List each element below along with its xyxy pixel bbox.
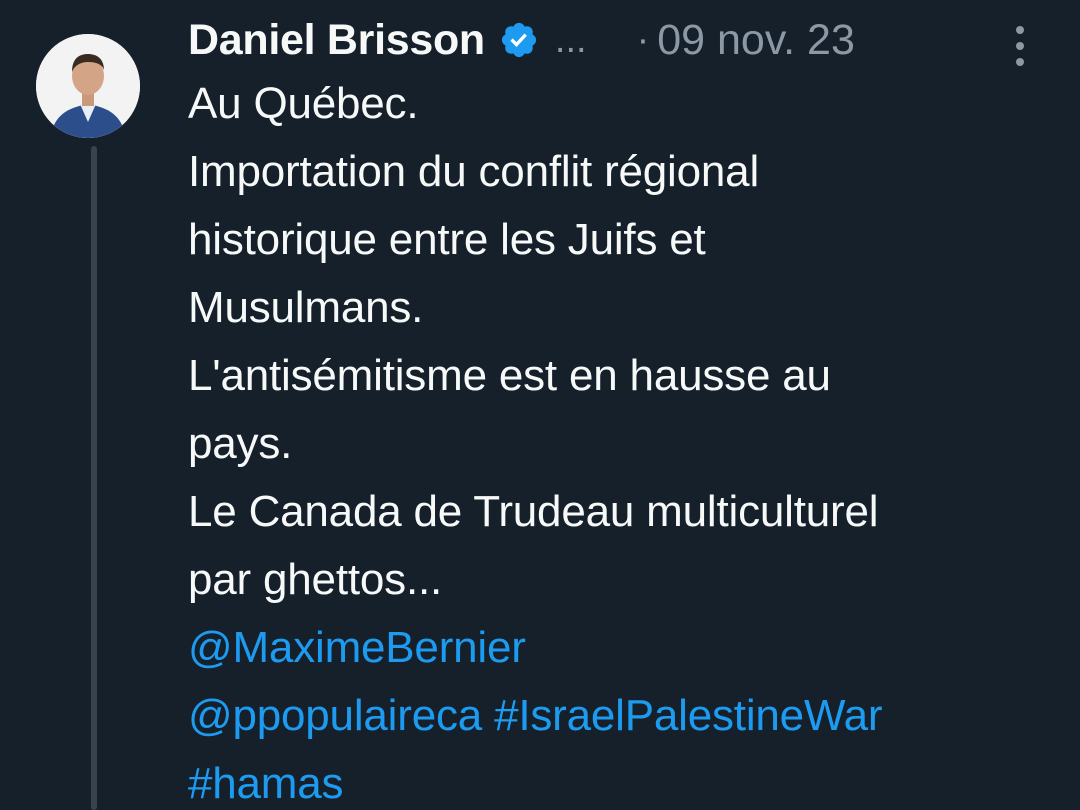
mention-line: @MaximeBernier: [188, 614, 1068, 682]
mention-link[interactable]: @MaximeBernier: [188, 623, 526, 672]
author-name[interactable]: Daniel Brisson: [188, 16, 485, 65]
separator-dot: ·: [636, 18, 650, 61]
thread-line: [91, 146, 97, 810]
tweet-date[interactable]: 09 nov. 23: [657, 16, 855, 65]
tweet-line: par ghettos...: [188, 555, 443, 604]
tweet-line: pays.: [188, 419, 293, 468]
tweet-line: historique entre les Juifs et: [188, 215, 706, 264]
more-vertical-icon[interactable]: [1012, 24, 1028, 68]
tweet-text: Au Québec. Importation du conflit région…: [188, 70, 1068, 810]
avatar[interactable]: [36, 34, 140, 138]
hashtag-link[interactable]: #hamas: [188, 759, 344, 808]
hashtag-line: #hamas: [188, 750, 1068, 810]
tweet-line: Le Canada de Trudeau multiculturel: [188, 487, 879, 536]
tweet-line: Musulmans.: [188, 283, 424, 332]
hashtag-link[interactable]: #IsraelPalestineWar: [494, 691, 882, 740]
tweet-line: Au Québec.: [188, 79, 419, 128]
tweet-header: Daniel Brisson ... · 09 nov. 23: [188, 12, 1048, 68]
author-handle[interactable]: ...: [555, 19, 587, 62]
profile-photo-icon: [36, 34, 140, 138]
mention-link[interactable]: @ppopulaireca: [188, 691, 482, 740]
tweet[interactable]: Daniel Brisson ... · 09 nov. 23 Au Québe…: [0, 0, 1080, 810]
verified-badge-icon[interactable]: [499, 20, 539, 60]
tweet-line: Importation du conflit régional: [188, 147, 760, 196]
mention-hashtag-line: @ppopulaireca #IsraelPalestineWar: [188, 682, 1068, 750]
tweet-line: L'antisémitisme est en hausse au: [188, 351, 831, 400]
